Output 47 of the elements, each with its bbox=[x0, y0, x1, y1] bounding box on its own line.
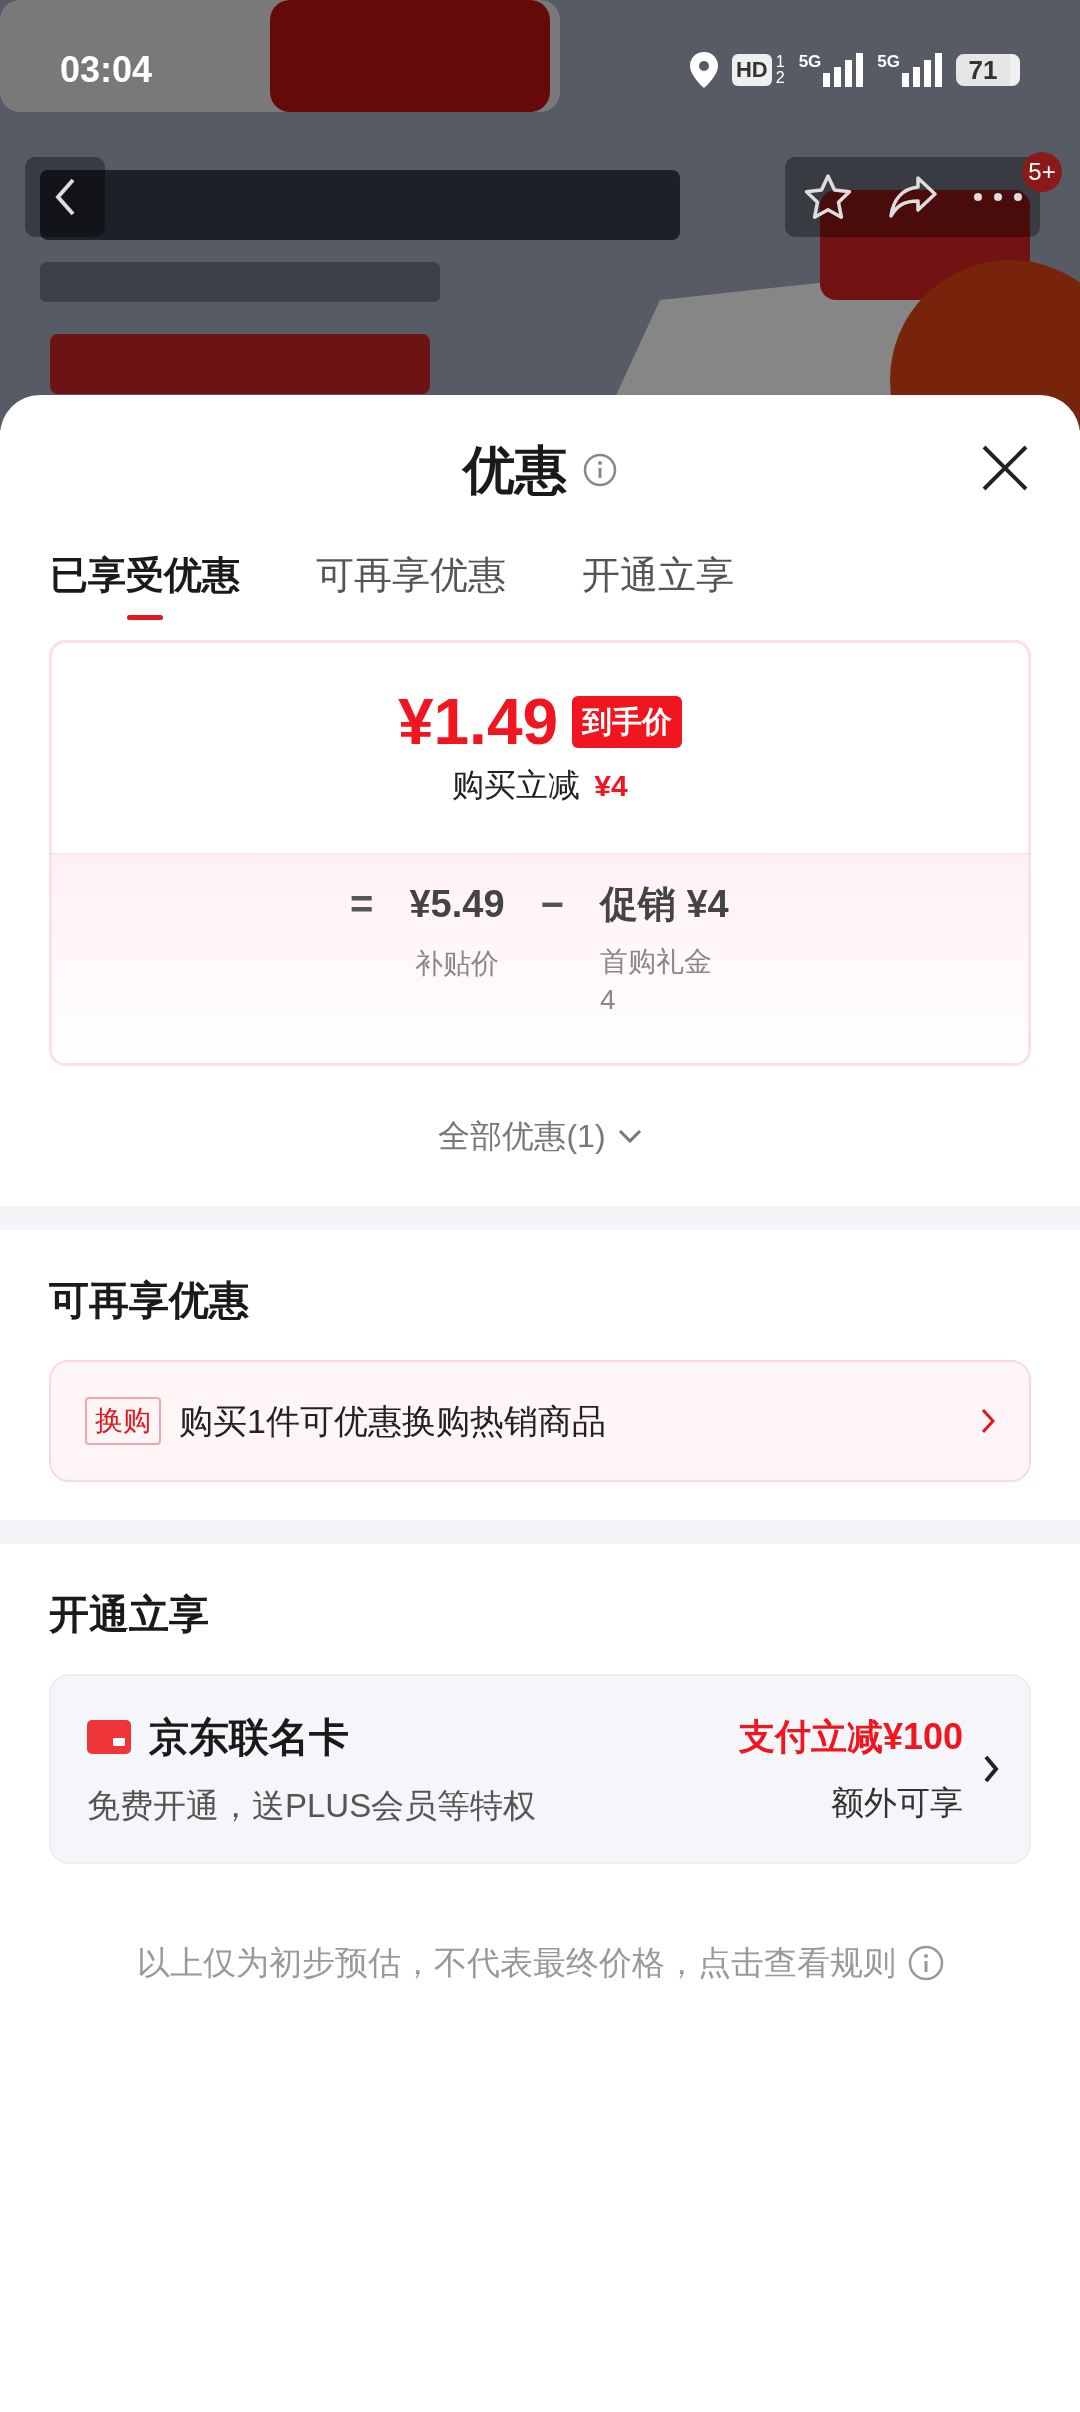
subsidy-label: 补贴价 bbox=[415, 947, 499, 981]
back-icon bbox=[54, 177, 76, 217]
price-tag: 到手价 bbox=[572, 696, 683, 748]
promo-label: 首购礼金 4 bbox=[599, 945, 713, 1017]
equals-sign: = bbox=[350, 881, 374, 928]
tab[interactable]: 可再享优惠 bbox=[316, 545, 506, 625]
exchange-text: 购买1件可优惠换购热销商品 bbox=[179, 1400, 606, 1442]
promo-amount: 促销 ¥4 bbox=[599, 882, 729, 927]
reduction-label: 购买立减 bbox=[452, 766, 581, 805]
tab[interactable]: 开通立享 bbox=[582, 545, 734, 625]
card-name: 京东联名卡 bbox=[149, 1714, 349, 1762]
back-button[interactable] bbox=[25, 157, 105, 237]
share-icon[interactable] bbox=[887, 175, 938, 219]
section-title: 可再享优惠 bbox=[49, 1277, 250, 1324]
signal-icon bbox=[902, 53, 942, 87]
chevron-down-icon bbox=[617, 1129, 642, 1143]
sheet-title: 优惠 bbox=[463, 440, 567, 501]
tab[interactable]: 已享受优惠 bbox=[50, 545, 240, 625]
exchange-tag: 换购 bbox=[85, 1397, 161, 1445]
final-price: ¥1.49 bbox=[397, 687, 559, 757]
card-description: 免费开通，送PLUS会员等特权 bbox=[87, 1786, 537, 1827]
bank-card-icon bbox=[87, 1720, 131, 1755]
subsidy-price: ¥5.49 bbox=[409, 882, 505, 927]
info-icon[interactable] bbox=[907, 1944, 944, 1981]
section-title: 开通立享 bbox=[49, 1591, 210, 1638]
card-offer-row[interactable]: 京东联名卡 免费开通，送PLUS会员等特权 支付立减¥100 额外可享 bbox=[49, 1674, 1031, 1864]
chevron-right-icon bbox=[983, 1754, 999, 1784]
expand-link[interactable]: 全部优惠(1) bbox=[438, 1112, 642, 1160]
info-icon[interactable] bbox=[583, 453, 617, 487]
chevron-right-icon bbox=[981, 1408, 995, 1434]
network-label: 5G bbox=[798, 53, 822, 71]
signal-icon bbox=[823, 53, 864, 87]
exchange-row[interactable]: 换购 购买1件可优惠换购热销商品 bbox=[49, 1360, 1031, 1482]
offer-note: 额外可享 bbox=[831, 1783, 963, 1824]
minus-sign: − bbox=[540, 881, 564, 928]
close-icon[interactable] bbox=[982, 445, 1028, 491]
sim-number: 1 bbox=[775, 54, 785, 70]
offer-amount: 支付立减¥100 bbox=[738, 1715, 963, 1760]
network-label: 5G bbox=[877, 53, 900, 71]
battery-icon: 71 bbox=[956, 54, 1020, 86]
status-time: 03:04 bbox=[60, 48, 153, 92]
sim-number: 2 bbox=[775, 70, 785, 86]
more-icon[interactable] bbox=[972, 192, 1023, 202]
hd-icon: HD bbox=[731, 54, 772, 86]
star-icon[interactable] bbox=[802, 173, 853, 221]
location-icon bbox=[689, 52, 718, 88]
reduction-amount: ¥4 bbox=[594, 767, 628, 804]
